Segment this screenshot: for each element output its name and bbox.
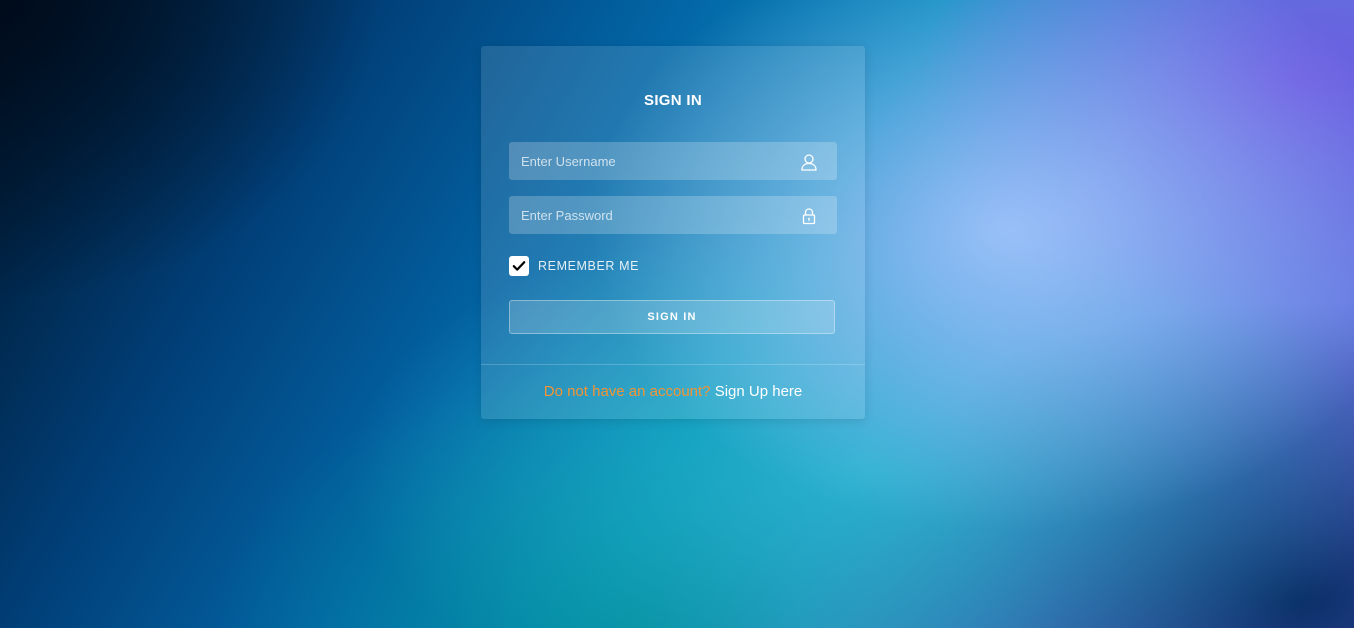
signup-prompt: Do not have an account? Sign Up here bbox=[481, 383, 865, 400]
password-field bbox=[509, 196, 837, 234]
username-input[interactable] bbox=[509, 142, 801, 180]
checkmark-icon bbox=[512, 261, 526, 271]
user-icon bbox=[800, 153, 818, 171]
sign-up-link[interactable]: Sign Up here bbox=[715, 383, 803, 400]
lock-icon bbox=[800, 207, 818, 225]
remember-me[interactable]: REMEMBER ME bbox=[509, 256, 639, 276]
remember-me-checkbox[interactable] bbox=[509, 256, 529, 276]
username-field bbox=[509, 142, 837, 180]
page-title: SIGN IN bbox=[644, 92, 702, 109]
signup-prompt-text: Do not have an account? bbox=[543, 383, 711, 400]
sign-in-button[interactable]: SIGN IN bbox=[509, 300, 835, 334]
divider bbox=[481, 364, 865, 365]
remember-me-label: REMEMBER ME bbox=[538, 259, 640, 273]
password-input[interactable] bbox=[509, 196, 801, 234]
login-card: SIGN IN REMEMBER ME SIGN IN bbox=[481, 46, 865, 419]
